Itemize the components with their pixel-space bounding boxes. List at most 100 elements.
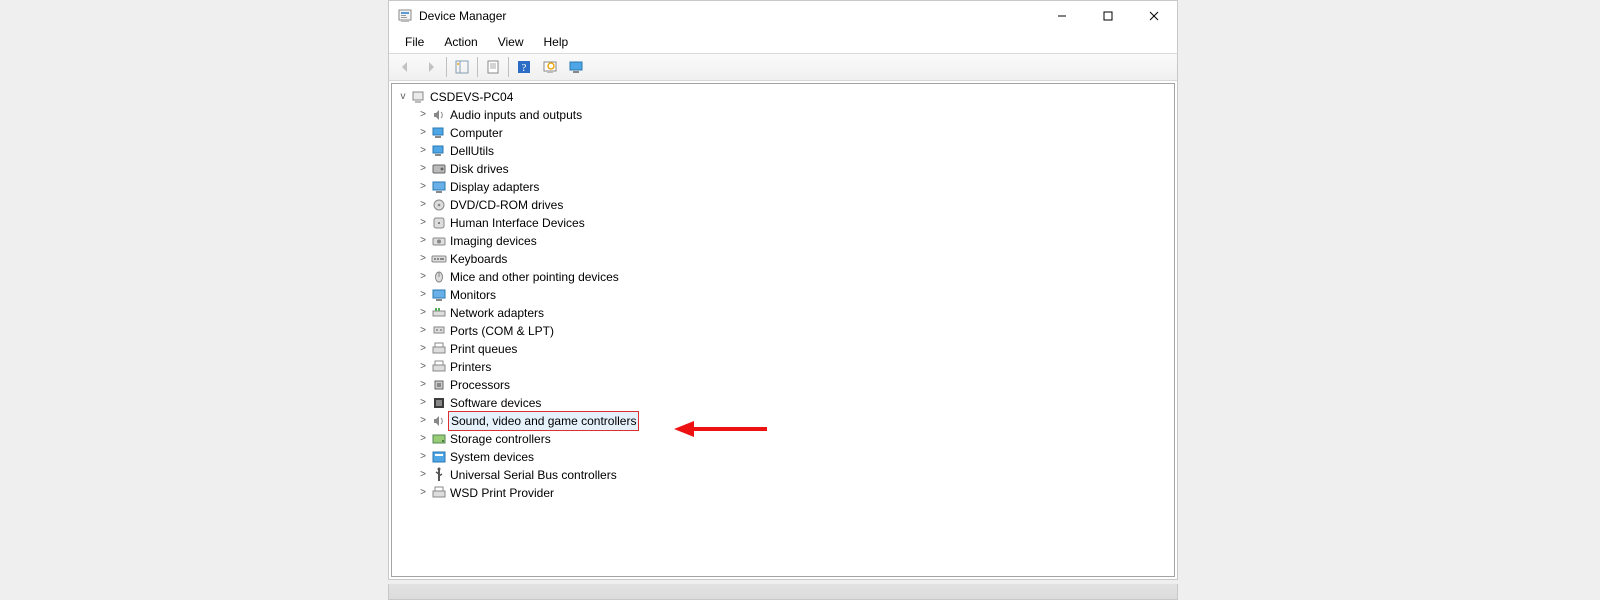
sound-icon <box>430 413 448 429</box>
tree-category-node[interactable]: > Imaging devices <box>416 232 1174 250</box>
titlebar: Device Manager <box>389 1 1177 31</box>
expand-icon[interactable]: > <box>416 106 430 124</box>
expand-icon[interactable]: > <box>416 160 430 178</box>
tree-category-node[interactable]: > Universal Serial Bus controllers <box>416 466 1174 484</box>
tree-category-node[interactable]: >Human Interface Devices <box>416 214 1174 232</box>
show-hide-tree-button[interactable] <box>450 56 474 78</box>
tree-category-node[interactable]: > Computer <box>416 124 1174 142</box>
tree-category-node[interactable]: > Mice and other pointing devices <box>416 268 1174 286</box>
menu-action[interactable]: Action <box>436 34 485 50</box>
imaging-icon <box>430 233 448 249</box>
tree-category-node[interactable]: > Sound, video and game controllers <box>416 412 1174 430</box>
network-icon <box>430 305 448 321</box>
expand-icon[interactable]: > <box>416 304 430 322</box>
expand-icon[interactable]: > <box>416 430 430 448</box>
toolbar-separator <box>508 57 509 77</box>
tree-category-node[interactable]: > Display adapters <box>416 178 1174 196</box>
system-icon <box>430 449 448 465</box>
status-bar <box>388 584 1178 600</box>
tree-category-label: DellUtils <box>448 142 496 160</box>
tree-category-label: Monitors <box>448 286 498 304</box>
expand-icon[interactable]: > <box>416 232 430 250</box>
tree-category-label: Network adapters <box>448 304 546 322</box>
print-queue-icon <box>430 341 448 357</box>
dell-icon <box>430 143 448 159</box>
tree-root-node[interactable]: v CSDEVS-PC04 <box>396 88 1174 106</box>
expand-icon[interactable]: > <box>416 448 430 466</box>
properties-button[interactable] <box>481 56 505 78</box>
tree-category-label: Mice and other pointing devices <box>448 268 621 286</box>
tree-category-node[interactable]: > Processors <box>416 376 1174 394</box>
tree-category-label: Ports (COM & LPT) <box>448 322 556 340</box>
collapse-icon[interactable]: v <box>396 88 410 106</box>
tree-category-label: Print queues <box>448 340 519 358</box>
tree-category-label: WSD Print Provider <box>448 484 556 502</box>
expand-icon[interactable]: > <box>416 196 430 214</box>
tree-category-node[interactable]: > Monitors <box>416 286 1174 304</box>
back-button[interactable] <box>393 56 417 78</box>
usb-icon <box>430 467 448 483</box>
tree-category-label: Universal Serial Bus controllers <box>448 466 619 484</box>
expand-icon[interactable]: > <box>416 394 430 412</box>
forward-button[interactable] <box>419 56 443 78</box>
menu-help[interactable]: Help <box>536 34 577 50</box>
close-button[interactable] <box>1131 1 1177 31</box>
software-icon <box>430 395 448 411</box>
tree-category-node[interactable]: > DellUtils <box>416 142 1174 160</box>
expand-icon[interactable]: > <box>416 142 430 160</box>
tree-category-node[interactable]: >Printers <box>416 358 1174 376</box>
tree-category-node[interactable]: >Disk drives <box>416 160 1174 178</box>
tree-category-label: Sound, video and game controllers <box>448 411 639 431</box>
tree-category-label: Computer <box>448 124 505 142</box>
tree-category-label: DVD/CD-ROM drives <box>448 196 565 214</box>
tree-category-label: Processors <box>448 376 512 394</box>
mouse-icon <box>430 269 448 285</box>
tree-category-label: Imaging devices <box>448 232 539 250</box>
minimize-button[interactable] <box>1039 1 1085 31</box>
tree-category-node[interactable]: > Network adapters <box>416 304 1174 322</box>
tree-category-label: Display adapters <box>448 178 541 196</box>
tree-category-node[interactable]: > Ports (COM & LPT) <box>416 322 1174 340</box>
expand-icon[interactable]: > <box>416 466 430 484</box>
toolbar: ? <box>389 53 1177 81</box>
expand-icon[interactable]: > <box>416 214 430 232</box>
maximize-button[interactable] <box>1085 1 1131 31</box>
tree-category-node[interactable]: > Audio inputs and outputs <box>416 106 1174 124</box>
menubar: File Action View Help <box>389 31 1177 53</box>
ports-icon <box>430 323 448 339</box>
tree-category-label: Audio inputs and outputs <box>448 106 584 124</box>
expand-icon[interactable]: > <box>416 484 430 502</box>
tree-category-node[interactable]: > WSD Print Provider <box>416 484 1174 502</box>
tree-category-node[interactable]: >Keyboards <box>416 250 1174 268</box>
expand-icon[interactable]: > <box>416 376 430 394</box>
scan-hardware-button[interactable] <box>538 56 562 78</box>
expand-icon[interactable]: > <box>416 286 430 304</box>
tree-category-label: Storage controllers <box>448 430 553 448</box>
device-manager-window: Device Manager File Action View Help <box>388 0 1178 580</box>
tree-category-node[interactable]: > Print queues <box>416 340 1174 358</box>
expand-icon[interactable]: > <box>416 250 430 268</box>
help-button[interactable]: ? <box>512 56 536 78</box>
monitor-icon <box>430 287 448 303</box>
printer-icon <box>430 359 448 375</box>
expand-icon[interactable]: > <box>416 358 430 376</box>
tree-category-node[interactable]: >Software devices <box>416 394 1174 412</box>
display-icon <box>430 179 448 195</box>
tree-category-node[interactable]: > Storage controllers <box>416 430 1174 448</box>
storage-icon <box>430 431 448 447</box>
tree-category-node[interactable]: > DVD/CD-ROM drives <box>416 196 1174 214</box>
expand-icon[interactable]: > <box>416 178 430 196</box>
expand-icon[interactable]: > <box>416 124 430 142</box>
expand-icon[interactable]: > <box>416 412 430 430</box>
menu-file[interactable]: File <box>397 34 432 50</box>
expand-icon[interactable]: > <box>416 340 430 358</box>
expand-icon[interactable]: > <box>416 268 430 286</box>
computer-icon <box>430 125 448 141</box>
expand-icon[interactable]: > <box>416 322 430 340</box>
hid-icon <box>430 215 448 231</box>
cdrom-icon <box>430 197 448 213</box>
tree-category-node[interactable]: >System devices <box>416 448 1174 466</box>
monitor-button[interactable] <box>564 56 588 78</box>
device-tree[interactable]: v CSDEVS-PC04 >Audio inputs and outputs>… <box>391 83 1175 577</box>
menu-view[interactable]: View <box>490 34 532 50</box>
